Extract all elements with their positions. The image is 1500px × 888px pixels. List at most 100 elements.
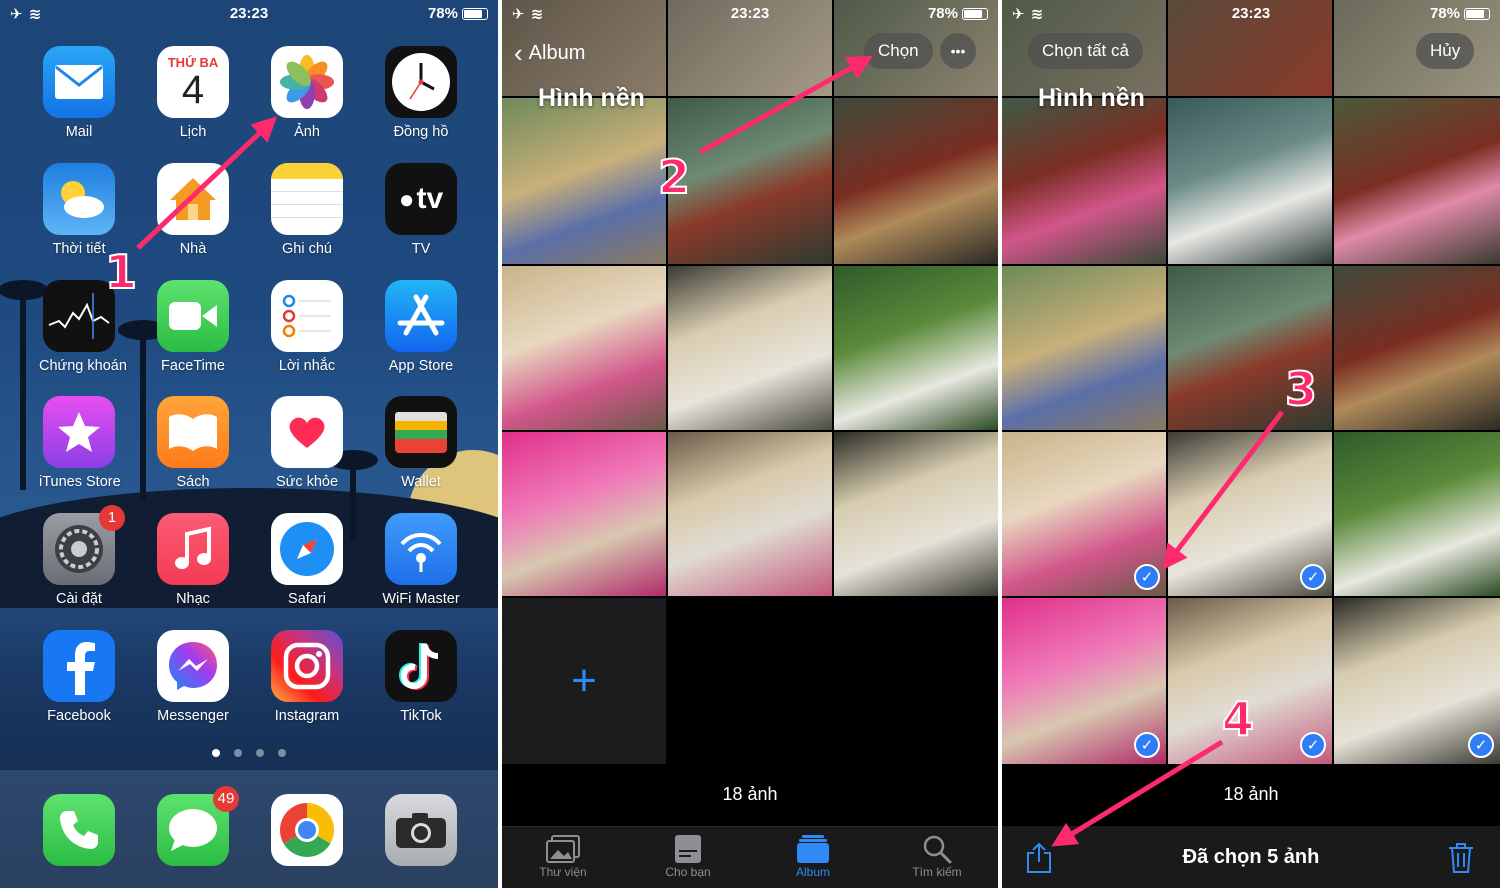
dock-messages[interactable]: 49 (153, 786, 239, 866)
dock-phone[interactable] (39, 794, 119, 866)
select-all-button[interactable]: Chọn tất cả (1028, 33, 1143, 69)
facebook-icon (43, 630, 115, 702)
battery-icon (962, 7, 988, 20)
page-indicator[interactable] (0, 744, 498, 762)
app-facetime[interactable]: FaceTime (153, 280, 233, 374)
battery-icon (462, 7, 488, 20)
palm-decoration (118, 320, 168, 500)
app-tiktok[interactable]: TikTok (381, 630, 461, 724)
app-photos[interactable]: Ảnh (267, 46, 347, 140)
app-music[interactable]: Nhạc (153, 513, 233, 607)
photo-thumbnail-selected[interactable]: ✓ (1002, 432, 1166, 596)
app-weather[interactable]: Thời tiết (39, 163, 119, 257)
app-label: Ảnh (294, 124, 320, 140)
photo-thumbnail[interactable] (834, 266, 998, 430)
tab-search[interactable]: Tìm kiếm (882, 833, 992, 879)
app-notes[interactable]: Ghi chú (267, 163, 347, 257)
app-health[interactable]: Sức khỏe (267, 396, 347, 490)
add-photo-button[interactable]: + (502, 598, 666, 764)
camera-icon (385, 794, 457, 866)
back-button[interactable]: ‹ Album (514, 38, 585, 69)
app-reminders[interactable]: Lời nhắc (267, 280, 347, 374)
photo-thumbnail-selected[interactable]: ✓ (1002, 598, 1166, 764)
app-label: Cài đặt (56, 591, 102, 607)
dock-camera[interactable] (381, 794, 461, 866)
status-time: 23:23 (1231, 5, 1271, 22)
app-clock[interactable]: Đồng hồ (381, 46, 461, 140)
app-label: Messenger (157, 708, 229, 724)
photo-thumbnail[interactable] (1168, 98, 1332, 264)
photo-thumbnail[interactable] (834, 432, 998, 596)
page-dot (256, 749, 264, 757)
app-label: Lịch (179, 124, 207, 140)
clock-icon (385, 46, 457, 118)
chrome-icon (271, 794, 343, 866)
tab-for-you[interactable]: Cho bạn (633, 833, 743, 879)
instagram-icon (271, 630, 343, 702)
for-you-icon (633, 833, 743, 865)
tab-albums[interactable]: Album (758, 833, 868, 879)
weather-icon (43, 163, 115, 235)
photo-thumbnail-selected[interactable]: ✓ (1334, 598, 1500, 764)
photo-thumbnail[interactable] (834, 98, 998, 264)
app-facebook[interactable]: Facebook (39, 630, 119, 724)
app-label: FaceTime (161, 358, 225, 374)
photo-thumbnail[interactable] (1334, 98, 1500, 264)
status-bar: ✈ ≋ 23:23 78% (502, 0, 998, 28)
page-dot (234, 749, 242, 757)
reminders-icon (271, 280, 343, 352)
tab-label: Album (795, 865, 830, 879)
photo-thumbnail[interactable] (668, 432, 832, 596)
photos-icon (271, 46, 343, 118)
app-books[interactable]: Sách (153, 396, 233, 490)
photo-thumbnail[interactable] (502, 98, 666, 264)
tab-library[interactable]: Thư viện (508, 833, 618, 879)
photo-thumbnail[interactable] (668, 98, 832, 264)
app-label: Nhà (179, 241, 207, 257)
album-title: Hình nền (1038, 84, 1145, 112)
app-wifi-master[interactable]: WiFi Master (381, 513, 461, 607)
photo-thumbnail[interactable] (1002, 266, 1166, 430)
app-messenger[interactable]: Messenger (153, 630, 233, 724)
app-appstore[interactable]: App Store (381, 280, 461, 374)
checkmark-icon: ✓ (1300, 564, 1326, 590)
app-tv[interactable]: ● tv TV (381, 163, 461, 257)
trash-icon[interactable] (1448, 842, 1474, 879)
app-instagram[interactable]: Instagram (267, 630, 347, 724)
wifi-master-icon (385, 513, 457, 585)
music-icon (157, 513, 229, 585)
app-wallet[interactable]: Wallet (381, 396, 461, 490)
app-settings[interactable]: 1 Cài đặt (39, 505, 125, 607)
photo-thumbnail[interactable] (1334, 266, 1500, 430)
photo-thumbnail-selected[interactable]: ✓ (1168, 432, 1332, 596)
calendar-icon: THỨ BA 4 (157, 46, 229, 118)
notification-badge: 1 (99, 505, 125, 531)
app-home[interactable]: Nhà (153, 163, 233, 257)
app-safari[interactable]: Safari (267, 513, 347, 607)
cancel-button[interactable]: Hủy (1416, 33, 1475, 69)
photo-thumbnail[interactable] (502, 266, 666, 430)
photo-thumbnail[interactable] (1002, 98, 1166, 264)
status-time: 23:23 (730, 5, 770, 22)
page-dot (278, 749, 286, 757)
books-icon (157, 396, 229, 468)
battery-icon (1464, 7, 1490, 20)
photo-thumbnail[interactable] (502, 432, 666, 596)
app-mail[interactable]: Mail (39, 46, 119, 140)
library-icon (508, 833, 618, 865)
home-icon (157, 163, 229, 235)
app-itunes[interactable]: iTunes Store (39, 396, 121, 490)
photo-thumbnail[interactable] (668, 266, 832, 430)
album-panel: + ✈ ≋ 23:23 78% ‹ Album Hình nền Chọn ••… (502, 0, 998, 888)
app-label: Mail (65, 124, 93, 140)
app-calendar[interactable]: THỨ BA 4 Lịch (153, 46, 233, 140)
photo-thumbnail[interactable] (1334, 432, 1500, 596)
safari-icon (271, 513, 343, 585)
app-label: Safari (288, 591, 326, 607)
step-number-2: 2 (657, 149, 691, 205)
dock-chrome[interactable] (267, 794, 347, 866)
select-button[interactable]: Chọn (864, 33, 933, 69)
checkmark-icon: ✓ (1134, 732, 1160, 758)
more-icon[interactable]: ••• (940, 33, 976, 69)
app-label: iTunes Store (39, 474, 121, 490)
